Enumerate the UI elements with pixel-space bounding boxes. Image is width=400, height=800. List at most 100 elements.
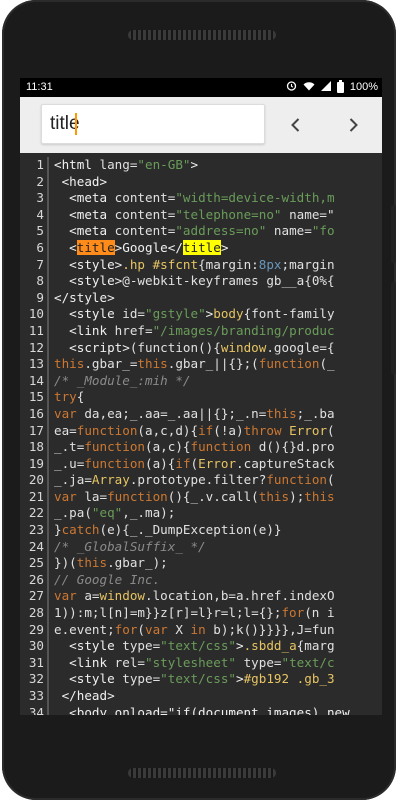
code-token: _.ja= bbox=[54, 472, 92, 488]
code-editor[interactable]: 1 2 3 4 5 6 7 8 9 10 11 12 13 14 15 16 17 18 19 20 21 22 23 24 2… bbox=[20, 157, 382, 715]
battery-percent: 100% bbox=[349, 81, 378, 93]
code-token: {font-family bbox=[243, 306, 335, 322]
code-line: <script>(function(){window.google={ bbox=[54, 340, 382, 357]
code-token: b);k()}}}},J=fun bbox=[213, 621, 335, 637]
line-number: 29 bbox=[28, 621, 44, 637]
code-line: })(this.gbar_); bbox=[54, 555, 382, 572]
code-line: /* _Module_:mih */ bbox=[54, 373, 382, 390]
code-token: <style bbox=[54, 671, 123, 687]
line-number: 30 bbox=[28, 638, 44, 654]
code-token: } bbox=[54, 522, 62, 538]
code-token: .google={ bbox=[266, 339, 335, 355]
code-token: </head> bbox=[54, 688, 115, 703]
line-number: 34 bbox=[28, 704, 44, 715]
line-number: 3 bbox=[36, 190, 44, 206]
code-token: content= bbox=[114, 206, 176, 222]
source-code[interactable]: <html lang="en-GB"> <head> <meta content… bbox=[54, 157, 382, 715]
code-token: function bbox=[76, 422, 138, 438]
code-token: {margin: bbox=[198, 256, 259, 272]
line-number: 28 bbox=[28, 605, 44, 621]
line-number: 14 bbox=[28, 372, 44, 388]
code-token: <style> bbox=[54, 273, 123, 289]
power-button bbox=[391, 282, 396, 374]
code-token: <style> bbox=[54, 256, 123, 272]
screen: 11:31 100% title 1 2 3 4 5 6 7 8 9 10 11… bbox=[20, 78, 382, 715]
code-token: "gstyle" bbox=[145, 306, 206, 322]
find-next-button[interactable] bbox=[335, 107, 371, 143]
code-token: name=" bbox=[281, 206, 335, 222]
code-line: <style type="text/css">#gb192 .gb_3 bbox=[54, 671, 382, 688]
code-token: Error bbox=[198, 455, 237, 471]
code-token: <meta bbox=[54, 223, 115, 239]
text-caret bbox=[75, 113, 77, 135]
code-line: this.gbar_=this.gbar_||{};(function(_ bbox=[54, 356, 382, 373]
line-number: 16 bbox=[28, 405, 44, 421]
line-number: 26 bbox=[28, 571, 44, 587]
code-line: _.t=function(a,c){function d(){}d.pro bbox=[54, 439, 382, 456]
code-line: }catch(e){_._DumpException(e)} bbox=[54, 522, 382, 539]
code-token: < bbox=[54, 239, 77, 255]
code-token: "text/c bbox=[281, 654, 335, 670]
wifi-icon bbox=[303, 81, 315, 94]
code-line: </style> bbox=[54, 290, 382, 307]
line-number: 7 bbox=[36, 256, 44, 272]
code-token: (a){ bbox=[145, 455, 176, 471]
code-token: /* _GlobalSuffix_ */ bbox=[54, 538, 206, 554]
code-line: ea=function(a,c,d){if(!a)throw Error( bbox=[54, 423, 382, 440]
code-token: rel= bbox=[114, 654, 146, 670]
code-token: ( bbox=[190, 455, 199, 471]
code-token: this bbox=[304, 488, 335, 504]
code-token: </style> bbox=[54, 289, 115, 305]
code-token: _.t= bbox=[54, 439, 85, 455]
code-line: <style>.hp #sfcnt{margin:8px;margin bbox=[54, 257, 382, 274]
code-token: da,ea;_.aa=_.aa||{};_.n= bbox=[84, 405, 267, 421]
code-token: body bbox=[213, 306, 244, 322]
code-line: _.pa("eq",_.ma); bbox=[54, 505, 382, 522]
status-bar: 11:31 100% bbox=[20, 78, 382, 97]
code-token: (a,c,d){ bbox=[137, 422, 199, 438]
line-number: 13 bbox=[28, 356, 44, 372]
code-token: function bbox=[84, 455, 146, 471]
code-line: var da,ea;_.aa=_.aa||{};_.n=this;_.ba bbox=[54, 406, 382, 423]
code-line: <meta content="address=no" name="fo bbox=[54, 223, 382, 240]
code-token: > bbox=[220, 239, 229, 255]
code-token: <style bbox=[54, 638, 123, 654]
code-token: if bbox=[198, 422, 214, 438]
code-token: this bbox=[258, 488, 290, 504]
find-previous-button[interactable] bbox=[278, 107, 314, 143]
code-token: type= bbox=[122, 671, 161, 687]
line-number: 20 bbox=[28, 472, 44, 488]
code-token: function bbox=[107, 488, 168, 504]
code-token: function bbox=[266, 472, 327, 488]
code-line: /* _GlobalSuffix_ */ bbox=[54, 539, 382, 556]
code-token: gb__a bbox=[266, 273, 305, 289]
line-number: 19 bbox=[28, 455, 44, 471]
code-token: this bbox=[54, 356, 85, 372]
code-token: Array bbox=[91, 472, 130, 488]
code-token: > bbox=[236, 671, 244, 687]
code-token: for bbox=[114, 621, 138, 637]
line-number: 21 bbox=[28, 488, 44, 504]
code-line: <meta content="width=device-width,m bbox=[54, 190, 382, 207]
top-speaker bbox=[128, 30, 276, 40]
bottom-speaker bbox=[128, 768, 276, 778]
line-number: 33 bbox=[28, 688, 44, 703]
code-token: this bbox=[137, 356, 168, 372]
code-token: { bbox=[76, 389, 85, 405]
code-token: "fo bbox=[311, 223, 335, 239]
line-number: 27 bbox=[28, 588, 44, 604]
code-token: "width=device-width,m bbox=[175, 190, 335, 206]
code-token: function bbox=[84, 439, 146, 455]
code-token: <style bbox=[54, 306, 123, 322]
find-bar bbox=[20, 97, 382, 153]
code-token: <meta bbox=[54, 190, 115, 206]
code-line: var a=window.location,b=a.href.indexO bbox=[54, 588, 382, 605]
code-token: function bbox=[258, 356, 320, 372]
code-line: _.ja=Array.prototype.filter?function( bbox=[54, 472, 382, 489]
code-token: > bbox=[190, 157, 199, 172]
code-token: {marg bbox=[296, 638, 335, 654]
code-line: // Google Inc. bbox=[54, 572, 382, 589]
line-number: 24 bbox=[28, 538, 44, 554]
line-number: 32 bbox=[28, 671, 44, 687]
line-number: 25 bbox=[28, 555, 44, 571]
